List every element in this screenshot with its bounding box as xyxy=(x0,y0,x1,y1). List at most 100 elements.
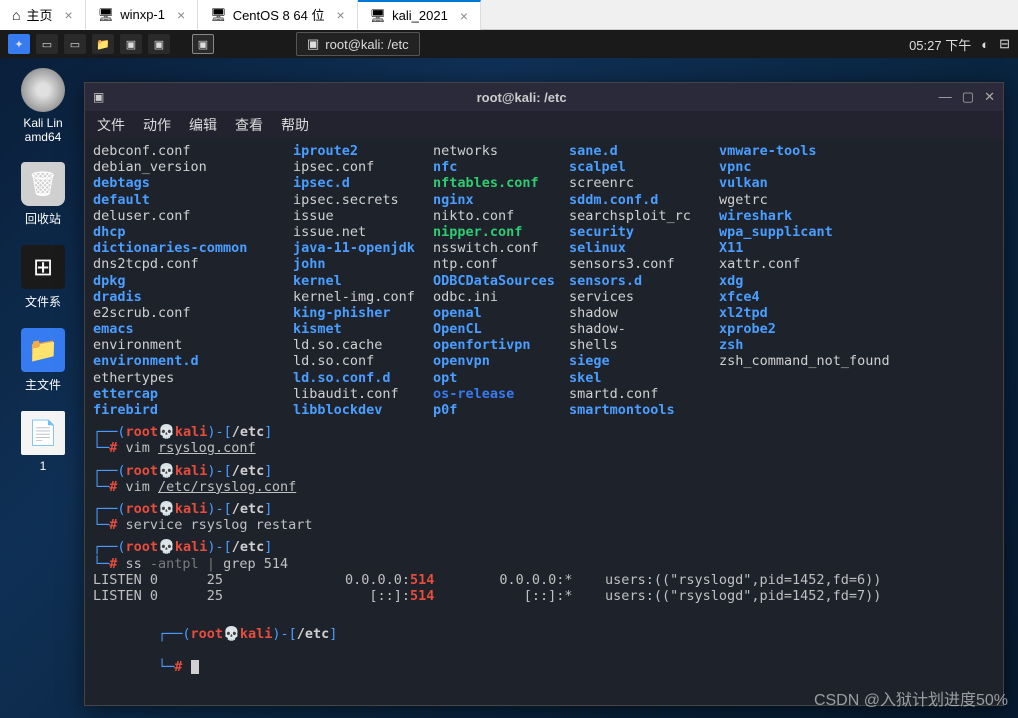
ls-output: debconf.confiproute2networkssane.dvmware… xyxy=(93,143,995,418)
terminal-icon: ▣ xyxy=(93,90,104,104)
menu-action[interactable]: 动作 xyxy=(143,115,171,135)
ls-entry xyxy=(719,386,909,402)
ls-entry: libaudit.conf xyxy=(293,386,433,402)
ls-entry: sensors3.conf xyxy=(569,256,719,272)
ls-entry: scalpel xyxy=(569,159,719,175)
ls-entry: sddm.conf.d xyxy=(569,192,719,208)
ls-entry: ipsec.secrets xyxy=(293,192,433,208)
workspace-1-icon[interactable]: ▭ xyxy=(36,34,58,54)
ls-entry: ethertypes xyxy=(93,370,293,386)
desktop-icon-filesystem[interactable]: ⊞文件系 xyxy=(8,245,78,310)
ls-entry: dns2tcpd.conf xyxy=(93,256,293,272)
ls-entry: vmware-tools xyxy=(719,143,909,159)
terminal-launcher-icon[interactable]: ▣ xyxy=(120,34,142,54)
menu-view[interactable]: 查看 xyxy=(235,115,263,135)
desktop-icons: Kali Lin amd64 🗑回收站 ⊞文件系 📁主文件 📄1 xyxy=(8,68,78,491)
ls-entry: ipsec.d xyxy=(293,175,433,191)
ls-entry: kernel-img.conf xyxy=(293,289,433,305)
taskbar-app-terminal[interactable]: ▣root@kali: /etc xyxy=(296,32,420,56)
ls-entry: sane.d xyxy=(569,143,719,159)
tray-icon[interactable]: ⊟ xyxy=(999,36,1010,52)
ls-entry: debtags xyxy=(93,175,293,191)
ls-entry: X11 xyxy=(719,240,909,256)
ls-entry: shells xyxy=(569,337,719,353)
desktop[interactable]: KALI BY OFFENSIVE SECURITY Kali Lin amd6… xyxy=(0,58,1018,718)
menu-file[interactable]: 文件 xyxy=(97,115,125,135)
terminal-menubar: 文件 动作 编辑 查看 帮助 xyxy=(85,111,1003,139)
close-icon[interactable]: × xyxy=(177,7,185,23)
ls-entry: openal xyxy=(433,305,569,321)
ls-entry: nftables.conf xyxy=(433,175,569,191)
terminal-titlebar[interactable]: ▣ root@kali: /etc — ▢ ✕ xyxy=(85,83,1003,111)
ls-entry: xdg xyxy=(719,273,909,289)
ls-entry: vpnc xyxy=(719,159,909,175)
ls-entry: openfortivpn xyxy=(433,337,569,353)
ls-entry: xfce4 xyxy=(719,289,909,305)
ls-entry: smartd.conf xyxy=(569,386,719,402)
maximize-icon[interactable]: ▢ xyxy=(962,89,974,105)
tray-icon[interactable]: ◐ xyxy=(981,37,989,52)
disc-icon xyxy=(21,68,65,112)
menu-help[interactable]: 帮助 xyxy=(281,115,309,135)
prompts-area: ┌──(root💀kali)-[/etc]└─# vim rsyslog.con… xyxy=(93,424,995,572)
menu-edit[interactable]: 编辑 xyxy=(189,115,217,135)
trash-icon: 🗑 xyxy=(21,162,65,206)
vm-tab-winxp[interactable]: 🖥winxp-1× xyxy=(86,0,199,30)
clock[interactable]: 05:27 下午 xyxy=(909,35,971,54)
ls-entry: siege xyxy=(569,353,719,369)
desktop-icon-trash[interactable]: 🗑回收站 xyxy=(8,162,78,227)
desktop-icon-iso[interactable]: Kali Lin amd64 xyxy=(8,68,78,144)
ls-entry: dhcp xyxy=(93,224,293,240)
ls-entry: ODBCDataSources xyxy=(433,273,569,289)
ls-entry: kismet xyxy=(293,321,433,337)
ls-entry: shadow xyxy=(569,305,719,321)
ls-entry: ld.so.cache xyxy=(293,337,433,353)
terminal-task-icon[interactable]: ▣ xyxy=(192,34,214,54)
ls-entry: opt xyxy=(433,370,569,386)
ls-entry: searchsploit_rc xyxy=(569,208,719,224)
ls-entry: dictionaries-common xyxy=(93,240,293,256)
app-icon[interactable]: ▣ xyxy=(148,34,170,54)
ls-entry: iproute2 xyxy=(293,143,433,159)
ls-entry: ettercap xyxy=(93,386,293,402)
ls-entry: xprobe2 xyxy=(719,321,909,337)
ls-entry: vulkan xyxy=(719,175,909,191)
kali-taskbar: ✦ ▭ ▭ 📁 ▣ ▣ ▣ ▣root@kali: /etc 05:27 下午 … xyxy=(0,30,1018,58)
ls-entry xyxy=(719,370,909,386)
minimize-icon[interactable]: — xyxy=(939,89,952,105)
workspace-2-icon[interactable]: ▭ xyxy=(64,34,86,54)
ls-entry: wgetrc xyxy=(719,192,909,208)
ls-entry: OpenCL xyxy=(433,321,569,337)
ls-entry: issue.net xyxy=(293,224,433,240)
ls-entry: e2scrub.conf xyxy=(93,305,293,321)
ls-entry: environment.d xyxy=(93,353,293,369)
vm-icon: 🖥 xyxy=(210,7,227,23)
ls-entry: ld.so.conf.d xyxy=(293,370,433,386)
ls-entry: networks xyxy=(433,143,569,159)
close-icon[interactable]: × xyxy=(64,7,72,23)
close-icon[interactable]: × xyxy=(336,7,344,23)
filesystem-icon: ⊞ xyxy=(21,245,65,289)
desktop-icon-doc1[interactable]: 📄1 xyxy=(8,411,78,473)
ls-entry: shadow- xyxy=(569,321,719,337)
ls-entry: zsh_command_not_found xyxy=(719,353,909,369)
vm-tab-home[interactable]: ⌂主页× xyxy=(0,0,86,30)
vm-tab-kali[interactable]: 🖥kali_2021× xyxy=(358,0,481,30)
folder-icon[interactable]: 📁 xyxy=(92,34,114,54)
ls-entry: john xyxy=(293,256,433,272)
ls-entry: kernel xyxy=(293,273,433,289)
ls-entry: deluser.conf xyxy=(93,208,293,224)
ls-entry: skel xyxy=(569,370,719,386)
terminal-body[interactable]: debconf.confiproute2networkssane.dvmware… xyxy=(85,139,1003,705)
close-icon[interactable]: × xyxy=(460,8,468,24)
desktop-icon-home[interactable]: 📁主文件 xyxy=(8,328,78,393)
ls-entry: sensors.d xyxy=(569,273,719,289)
ls-entry: issue xyxy=(293,208,433,224)
vm-tab-centos[interactable]: 🖥CentOS 8 64 位× xyxy=(198,0,357,30)
ls-entry: default xyxy=(93,192,293,208)
kali-menu-icon[interactable]: ✦ xyxy=(8,34,30,54)
ls-entry: smartmontools xyxy=(569,402,719,418)
ls-entry: debconf.conf xyxy=(93,143,293,159)
close-icon[interactable]: ✕ xyxy=(984,89,995,105)
ls-entry: firebird xyxy=(93,402,293,418)
